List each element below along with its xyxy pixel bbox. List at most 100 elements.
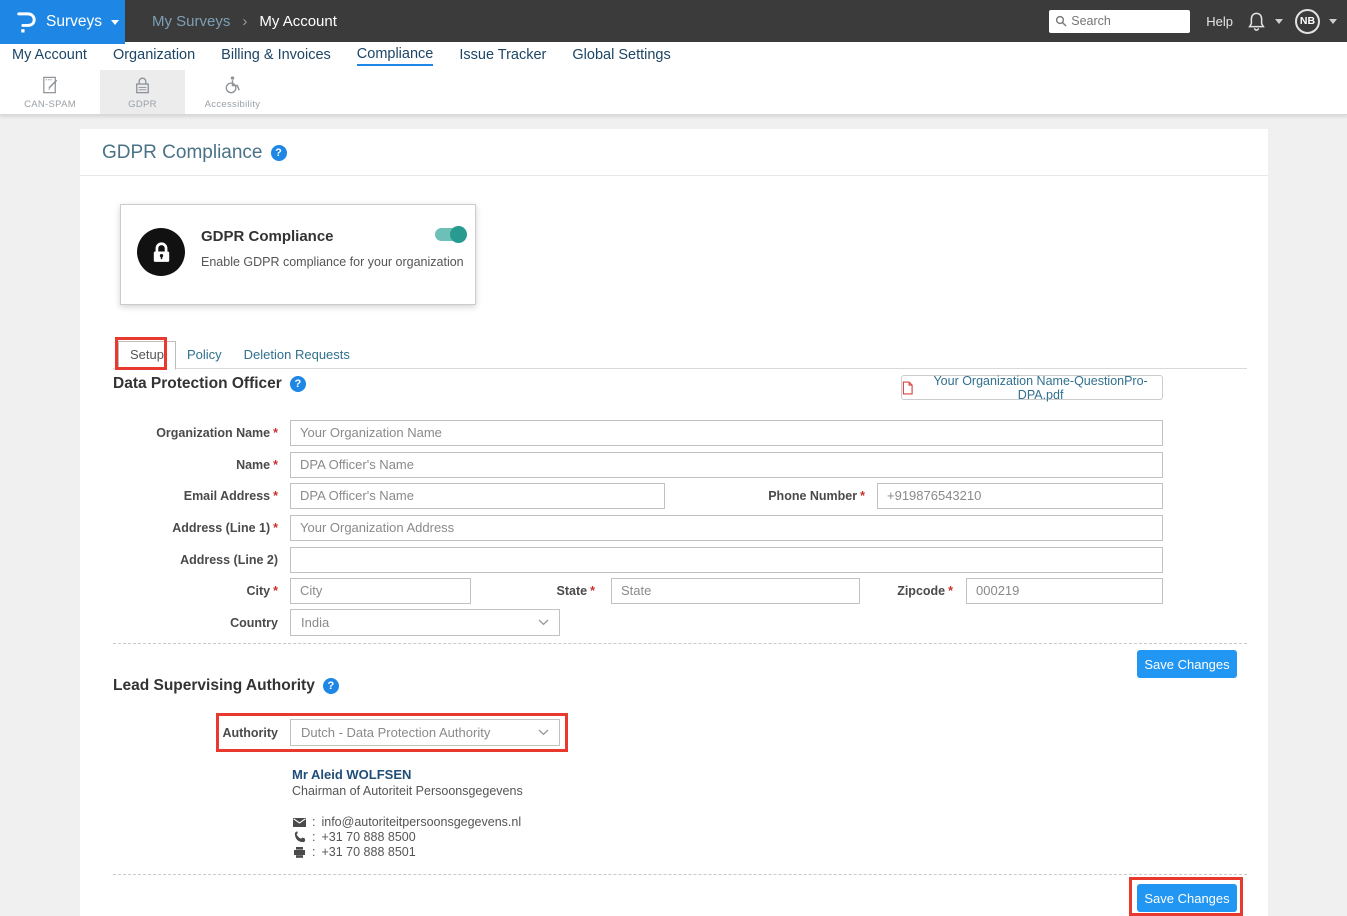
padlock-icon [132, 75, 153, 96]
search-icon [1055, 15, 1067, 27]
address1-row: Address (Line 1)* [113, 514, 1163, 541]
organization-name-input[interactable] [290, 420, 1163, 446]
chevron-down-icon [538, 729, 549, 736]
country-select[interactable]: India [290, 609, 560, 636]
email-input[interactable] [290, 483, 665, 509]
tab-global-settings[interactable]: Global Settings [572, 47, 670, 65]
tab-policy[interactable]: Policy [176, 342, 233, 369]
state-input[interactable] [611, 578, 860, 604]
separator: : [312, 815, 315, 829]
chevron-down-icon [1329, 19, 1337, 24]
breadcrumb-my-surveys[interactable]: My Surveys [152, 13, 230, 30]
address2-input[interactable] [290, 547, 1163, 573]
dpo-heading: Data Protection Officer ? [113, 375, 306, 393]
label-text: Authority [222, 726, 278, 740]
document-pencil-icon [40, 75, 61, 96]
questionpro-logo-icon [16, 10, 36, 35]
tab-compliance[interactable]: Compliance [357, 46, 434, 66]
subtab-label: GDPR [128, 99, 157, 110]
help-icon[interactable]: ? [323, 678, 339, 694]
breadcrumb-separator: › [242, 13, 247, 30]
authority-fax: +31 70 888 8501 [321, 845, 415, 859]
tab-my-account[interactable]: My Account [12, 47, 87, 65]
dpa-pdf-download-button[interactable]: Your Organization Name-QuestionPro-DPA.p… [901, 375, 1163, 400]
authority-selected-value: Dutch - Data Protection Authority [301, 725, 490, 740]
country-label: Country [113, 616, 278, 630]
address1-input[interactable] [290, 515, 1163, 541]
tab-organization[interactable]: Organization [113, 47, 195, 65]
top-right-cluster: Help NB [1049, 0, 1337, 42]
email-phone-row: Email Address* Phone Number* [113, 482, 1163, 509]
lsa-heading-text: Lead Supervising Authority [113, 677, 315, 695]
phone-input[interactable] [877, 483, 1163, 509]
city-label: City* [113, 584, 278, 598]
product-label: Surveys [46, 13, 102, 31]
chevron-down-icon [111, 20, 119, 25]
subtab-label: Accessibility [205, 99, 261, 110]
wheelchair-icon [222, 75, 243, 96]
gdpr-enable-toggle[interactable] [435, 228, 465, 241]
avatar: NB [1295, 9, 1320, 34]
help-icon[interactable]: ? [271, 145, 287, 161]
subtab-accessibility[interactable]: Accessibility [185, 70, 280, 114]
help-icon[interactable]: ? [290, 376, 306, 392]
name-row: Name* [113, 451, 1163, 478]
name-input[interactable] [290, 452, 1163, 478]
lsa-save-button[interactable]: Save Changes [1137, 884, 1237, 912]
tab-billing-invoices[interactable]: Billing & Invoices [221, 47, 331, 65]
subtab-can-spam[interactable]: CAN-SPAM [0, 70, 100, 114]
label-text: Zipcode [897, 584, 945, 598]
state-label: State* [471, 584, 595, 598]
search-input[interactable] [1071, 14, 1181, 28]
required-marker: * [860, 489, 865, 503]
required-marker: * [590, 584, 595, 598]
search-box[interactable] [1049, 10, 1190, 33]
product-switcher[interactable]: Surveys [0, 0, 125, 44]
required-marker: * [273, 489, 278, 503]
zipcode-label: Zipcode* [860, 584, 953, 598]
app-root: My Surveys › My Account Help NB [0, 0, 1347, 916]
zipcode-input[interactable] [966, 578, 1163, 604]
divider [80, 175, 1268, 176]
address1-label: Address (Line 1)* [113, 521, 278, 535]
tab-deletion-requests[interactable]: Deletion Requests [233, 342, 361, 369]
label-text: Address (Line 1) [172, 521, 270, 535]
address2-row: Address (Line 2) [113, 546, 1163, 573]
country-selected-value: India [301, 615, 329, 630]
gdpr-toggle-card: GDPR Compliance Enable GDPR compliance f… [120, 204, 476, 305]
required-marker: * [273, 584, 278, 598]
lock-icon [150, 240, 173, 265]
label-text: Phone Number [768, 489, 857, 503]
dpo-save-button[interactable]: Save Changes [1137, 650, 1237, 678]
lock-badge [137, 228, 185, 276]
tab-issue-tracker[interactable]: Issue Tracker [459, 47, 546, 65]
pdf-button-label: Your Organization Name-QuestionPro-DPA.p… [919, 374, 1162, 402]
authority-phone-line: : +31 70 888 8500 [292, 830, 416, 844]
chevron-down-icon [1275, 19, 1283, 24]
account-menu[interactable]: NB [1295, 9, 1337, 34]
authority-email-line: : info@autoriteitpersoonsgegevens.nl [292, 815, 521, 829]
authority-select[interactable]: Dutch - Data Protection Authority [290, 719, 560, 746]
divider [113, 874, 1247, 875]
toggle-knob [450, 226, 467, 243]
city-input[interactable] [290, 578, 471, 604]
authority-contact-role: Chairman of Autoriteit Persoonsgegevens [292, 784, 523, 798]
label-text: Country [230, 616, 278, 630]
name-label: Name* [113, 458, 278, 472]
help-link[interactable]: Help [1206, 14, 1233, 29]
label-text: Address (Line 2) [180, 553, 278, 567]
label-text: Name [236, 458, 270, 472]
tab-setup[interactable]: Setup [118, 341, 176, 370]
required-marker: * [273, 426, 278, 440]
subtab-gdpr[interactable]: GDPR [100, 70, 185, 114]
lsa-heading: Lead Supervising Authority ? [113, 677, 339, 695]
subtab-label: CAN-SPAM [24, 99, 76, 110]
label-text: City [247, 584, 271, 598]
phone-icon [294, 831, 306, 843]
fax-icon [293, 846, 306, 858]
divider [113, 368, 1247, 369]
breadcrumb-my-account: My Account [259, 13, 337, 30]
notifications-menu[interactable] [1247, 11, 1283, 32]
phone-label: Phone Number* [665, 489, 865, 503]
compliance-sub-tabs: CAN-SPAM GDPR Accessibility [0, 70, 1347, 115]
